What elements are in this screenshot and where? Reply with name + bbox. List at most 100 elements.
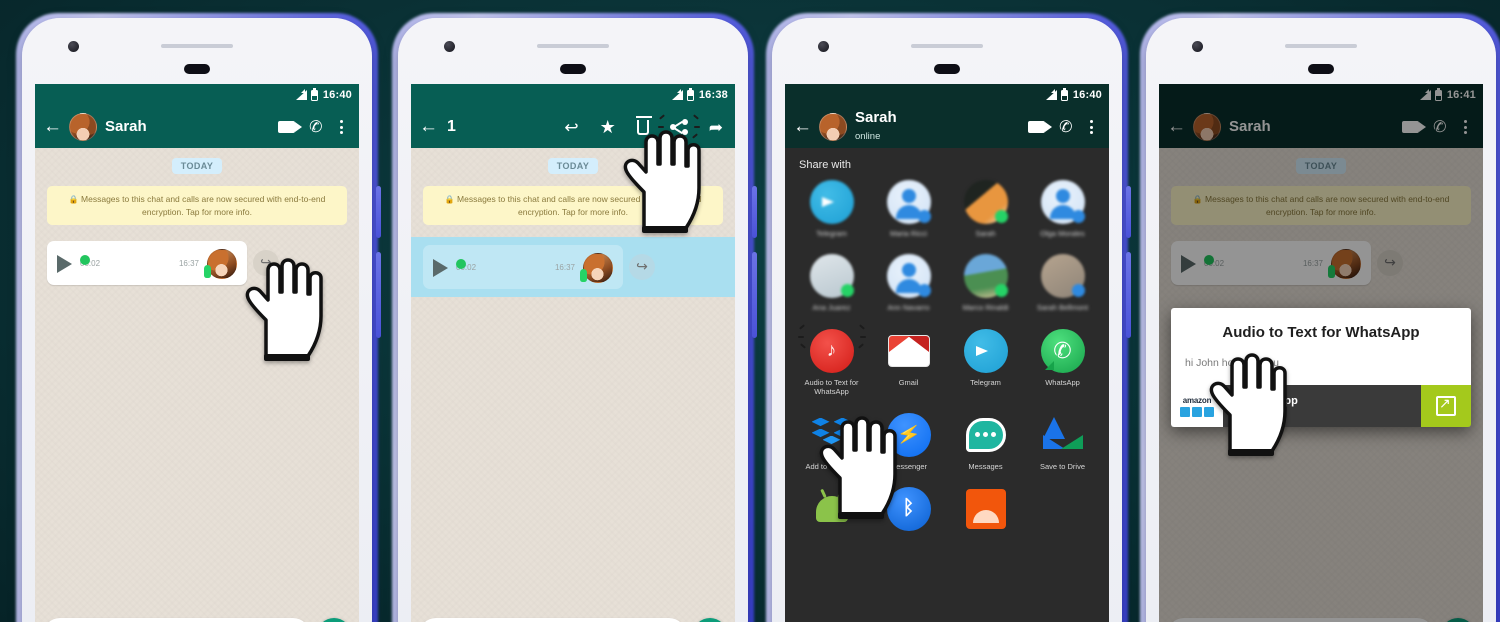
page-title: Sarah	[105, 117, 147, 135]
share-target[interactable]: Add to Dropbox	[793, 413, 870, 471]
forward-arrow-icon[interactable]: ↪	[629, 253, 655, 280]
play-icon[interactable]	[433, 258, 448, 277]
share-target[interactable]: Gmail	[870, 329, 947, 397]
star-icon[interactable]: ★	[600, 118, 616, 136]
contact-icon	[886, 254, 931, 299]
transcription-dialog: Audio to Text for WhatsApp hi John how a…	[1171, 308, 1471, 427]
video-call-icon[interactable]	[1027, 121, 1052, 133]
front-camera-icon	[444, 41, 455, 52]
share-target[interactable]: Olga Morales	[1024, 180, 1101, 238]
share-target[interactable]: Messages	[947, 413, 1024, 471]
voice-message-row-selected[interactable]: 00:02 16:37 ↪	[411, 236, 735, 297]
phone-call-icon[interactable]: ✆	[1057, 116, 1073, 138]
contact-avatar[interactable]	[69, 113, 97, 141]
date-divider: TODAY	[171, 158, 223, 174]
selected-count: 1	[447, 118, 456, 135]
share-target[interactable]: Maria Ricci	[870, 180, 947, 238]
voice-message-bubble[interactable]: 00:02 16:37	[47, 240, 247, 285]
ad-cta-button[interactable]	[1421, 385, 1471, 427]
contact-photo-icon	[963, 180, 1008, 224]
encryption-notice[interactable]: 🔒 Messages to this chat and calls are no…	[423, 186, 723, 225]
share-target[interactable]	[793, 487, 870, 531]
volume-down-button[interactable]	[752, 252, 757, 338]
share-target[interactable]: Ana Juarez	[793, 254, 870, 312]
message-input-pill[interactable]: ☺ Type a message 🔗	[43, 618, 310, 622]
share-target-label: Marco Rinaldi	[962, 303, 1009, 313]
share-sheet-heading: Share with	[799, 159, 851, 171]
tap-sparks	[657, 112, 700, 142]
message-input-pill[interactable]: ☺ Type a message 🔗	[419, 618, 686, 622]
share-target[interactable]: Messenger	[870, 412, 947, 471]
reply-icon[interactable]: ↩	[564, 119, 578, 136]
back-arrow-icon[interactable]	[793, 118, 811, 136]
screenshot-stage: 16:40 Sarah ✆ TODAY	[0, 0, 1500, 622]
play-icon[interactable]	[57, 254, 72, 273]
phone-call-icon[interactable]: ✆	[307, 116, 323, 138]
google-drive-icon	[1041, 413, 1085, 457]
battery-icon	[310, 87, 318, 101]
sender-avatar	[580, 252, 613, 283]
status-icons	[295, 87, 318, 101]
share-target[interactable]: Sarah	[947, 180, 1024, 238]
earpiece-speaker	[161, 44, 233, 48]
dropbox-icon	[810, 413, 854, 457]
voice-message-bubble[interactable]: 00:02 16:37	[423, 244, 623, 289]
orange-app-icon	[964, 487, 1008, 531]
back-arrow-icon[interactable]	[419, 118, 437, 136]
volume-down-button[interactable]	[376, 252, 381, 338]
audio-progress[interactable]: 00:02 16:37	[80, 255, 199, 268]
sensor-pill	[934, 64, 960, 74]
share-target[interactable]: WhatsApp	[1024, 328, 1101, 397]
contact-avatar[interactable]	[819, 113, 847, 141]
volume-up-button[interactable]	[376, 186, 381, 238]
mic-icon	[580, 268, 587, 282]
ad-subtitle: (708,658)	[1231, 407, 1268, 417]
ad-thumb-icons	[1180, 406, 1214, 417]
telegram-icon	[809, 180, 854, 224]
phone-1-screen: 16:40 Sarah ✆ TODAY	[35, 84, 359, 622]
messenger-icon	[886, 412, 931, 457]
earpiece-speaker	[911, 44, 983, 48]
status-time: 16:40	[1072, 89, 1102, 101]
mic-record-button[interactable]	[317, 618, 351, 622]
share-target-label: Add to Dropbox	[805, 461, 858, 471]
ad-banner[interactable]: amazon Amazon App (708,658)	[1171, 385, 1471, 427]
trash-icon[interactable]	[635, 115, 652, 135]
volume-up-button[interactable]	[752, 186, 757, 238]
voice-message-row[interactable]: 00:02 16:37 ↪	[35, 240, 359, 285]
forward-arrow-icon[interactable]: ➦	[709, 119, 723, 136]
external-link-icon	[1436, 395, 1456, 416]
forward-arrow-icon[interactable]: ↪	[253, 249, 279, 276]
overflow-menu-icon[interactable]	[1086, 118, 1097, 136]
share-target[interactable]: Sarah Bellmont	[1024, 254, 1101, 312]
share-target[interactable]	[947, 487, 1024, 531]
share-target-label: Gmail	[898, 377, 919, 387]
back-arrow-icon[interactable]	[43, 118, 61, 136]
chat-title-wrap[interactable]: Sarah	[105, 117, 270, 136]
dialog-title: Audio to Text for WhatsApp	[1222, 324, 1420, 341]
overflow-menu-icon[interactable]	[336, 118, 347, 136]
share-target[interactable]: Telegram	[947, 328, 1024, 397]
share-target[interactable]	[870, 486, 947, 531]
share-target[interactable]: Ann Navarro	[870, 254, 947, 312]
volume-up-button[interactable]	[1126, 186, 1131, 238]
share-target[interactable]: Marco Rinaldi	[947, 254, 1024, 312]
gmail-icon	[887, 329, 931, 373]
phone-body: 16:38 1 ↩ ★	[398, 18, 748, 622]
share-sheet: Share with Telegram Maria Ricci Sarah Ol…	[785, 148, 1109, 622]
earpiece-speaker	[1285, 44, 1357, 48]
chat-title-wrap[interactable]: Sarah online	[855, 110, 1020, 144]
status-icons	[671, 87, 694, 101]
share-target-audio-to-text[interactable]: ♪ Audio to Text for WhatsApp	[793, 324, 870, 397]
encryption-notice[interactable]: 🔒 Messages to this chat and calls are no…	[47, 186, 347, 225]
signal-icon	[671, 89, 683, 100]
share-target[interactable]: Telegram	[793, 180, 870, 238]
mic-record-button[interactable]	[693, 618, 727, 622]
phone-2: 16:38 1 ↩ ★	[392, 13, 757, 622]
volume-down-button[interactable]	[1126, 252, 1131, 338]
transcription-text[interactable]: hi John how are you	[1171, 353, 1471, 385]
share-icon[interactable]	[657, 114, 700, 139]
audio-progress[interactable]: 00:02 16:37	[456, 259, 575, 272]
video-call-icon[interactable]	[277, 121, 302, 133]
share-target[interactable]: Save to Drive	[1024, 413, 1101, 471]
